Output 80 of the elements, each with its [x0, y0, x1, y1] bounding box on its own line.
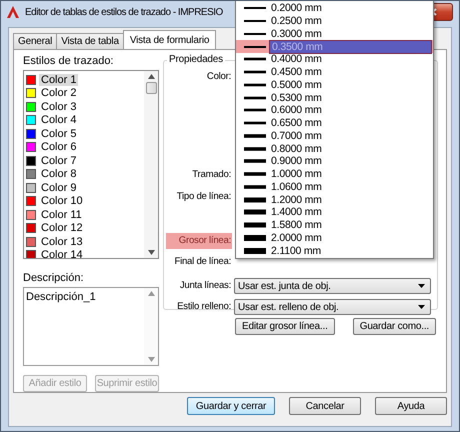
- lineweight-option[interactable]: 0.9000 mm: [236, 155, 433, 168]
- lineweight-option[interactable]: 0.3000 mm: [236, 28, 433, 40]
- dropdown-arrow-icon: [418, 305, 425, 309]
- line-sample-icon: [244, 55, 266, 64]
- scroll-up-icon: [148, 291, 154, 296]
- property-label: Final de línea:: [173, 255, 232, 269]
- line-sample-icon: [244, 132, 266, 140]
- line-sample-icon: [244, 208, 266, 216]
- tab[interactable]: Vista de tabla: [56, 33, 124, 49]
- group-title: Propiedades: [167, 54, 225, 65]
- lineweight-option[interactable]: 0.4000 mm: [236, 53, 433, 66]
- tab[interactable]: General: [13, 33, 58, 49]
- list-item[interactable]: Color 14: [39, 249, 85, 258]
- list-item[interactable]: Color 4: [39, 114, 78, 126]
- list-item[interactable]: Color 9: [39, 182, 78, 194]
- list-item[interactable]: Color 7: [39, 154, 78, 167]
- lineweight-option[interactable]: 0.6000 mm: [236, 104, 433, 117]
- line-sample-icon: [244, 196, 266, 204]
- lineweight-option[interactable]: 0.6500 mm: [236, 116, 433, 130]
- property-label: Grosor línea:: [166, 233, 232, 249]
- list-item[interactable]: Color 11: [39, 208, 84, 221]
- lineweight-option[interactable]: 2.0000 mm: [236, 232, 433, 244]
- lineweight-option[interactable]: 1.0000 mm: [236, 168, 433, 180]
- property-label: Estilo relleno:: [176, 300, 232, 314]
- lineweight-option[interactable]: 0.4500 mm: [236, 66, 433, 78]
- lineweight-option[interactable]: 1.0600 mm: [236, 180, 433, 194]
- description-field[interactable]: Descripción_1: [23, 287, 159, 366]
- dialog-button[interactable]: Ayuda: [375, 397, 447, 415]
- lineweight-option[interactable]: 2.1100 mm: [236, 244, 433, 257]
- line-sample-icon: [244, 106, 266, 114]
- line-sample-icon: [244, 221, 266, 230]
- line-sample-icon: [244, 80, 266, 89]
- property-label: Tramado:: [191, 168, 232, 182]
- line-sample-icon: [244, 170, 266, 178]
- list-label: Estilos de trazado:: [23, 55, 114, 68]
- dialog-button[interactable]: Cancelar: [289, 397, 361, 415]
- list-item[interactable]: Color 2: [39, 87, 78, 100]
- line-sample-icon: [244, 144, 266, 153]
- dropdown[interactable]: Usar est. junta de obj.: [234, 278, 431, 294]
- property-button[interactable]: Guardar como...: [352, 318, 436, 335]
- description-label: Descripción:: [23, 272, 85, 286]
- list-item[interactable]: Color 5: [39, 128, 78, 140]
- list-item[interactable]: Color 10: [39, 195, 85, 208]
- line-sample-icon: [244, 246, 266, 255]
- lineweight-option[interactable]: 1.5800 mm: [236, 218, 433, 232]
- line-sample-icon: [244, 182, 266, 191]
- lineweight-option[interactable]: 0.5300 mm: [236, 91, 433, 104]
- tab[interactable]: Vista de formulario: [122, 30, 216, 49]
- property-button[interactable]: Editar grosor línea...: [235, 318, 335, 335]
- lineweight-option[interactable]: 0.7000 mm: [236, 130, 433, 142]
- line-sample-icon: [244, 157, 266, 166]
- lineweight-option[interactable]: 1.2000 mm: [236, 193, 433, 206]
- list-item[interactable]: Color 1: [39, 74, 78, 86]
- list-item[interactable]: Color 12: [39, 222, 85, 234]
- dropdown-arrow-icon: [418, 284, 425, 288]
- dropdown[interactable]: Usar est. relleno de obj.: [234, 299, 431, 315]
- lineweight-option[interactable]: 0.2500 mm: [236, 14, 433, 28]
- lineweight-option[interactable]: 0.2000 mm: [236, 2, 433, 15]
- lineweight-option[interactable]: 0.5000 mm: [236, 78, 433, 92]
- lineweight-option[interactable]: 0.8000 mm: [236, 142, 433, 155]
- list-item[interactable]: Color 8: [39, 168, 78, 180]
- property-label: Junta líneas:: [178, 279, 232, 293]
- window-title: Editor de tablas de estilos de trazado - IMPRESIO: [25, 6, 223, 18]
- property-label: Tipo de línea:: [176, 190, 232, 204]
- list-item[interactable]: Color 3: [39, 100, 78, 113]
- lineweight-option[interactable]: 1.4000 mm: [236, 206, 433, 219]
- app-logo-icon: [6, 5, 20, 19]
- list-item[interactable]: Color 6: [39, 141, 78, 154]
- property-label: Color:: [206, 70, 232, 84]
- dialog-button[interactable]: Guardar y cerrar: [187, 397, 275, 415]
- line-sample-icon: [244, 68, 266, 76]
- line-sample-icon: [244, 234, 266, 242]
- line-sample-icon: [244, 119, 266, 128]
- line-sample-icon: [244, 94, 266, 102]
- scroll-down-icon: [148, 357, 154, 362]
- scroll-up-icon: [148, 74, 154, 79]
- scrollbar[interactable]: [144, 70, 158, 258]
- scroll-thumb[interactable]: [146, 82, 156, 94]
- scroll-down-icon: [148, 250, 154, 256]
- list-item[interactable]: Color 13: [39, 236, 85, 248]
